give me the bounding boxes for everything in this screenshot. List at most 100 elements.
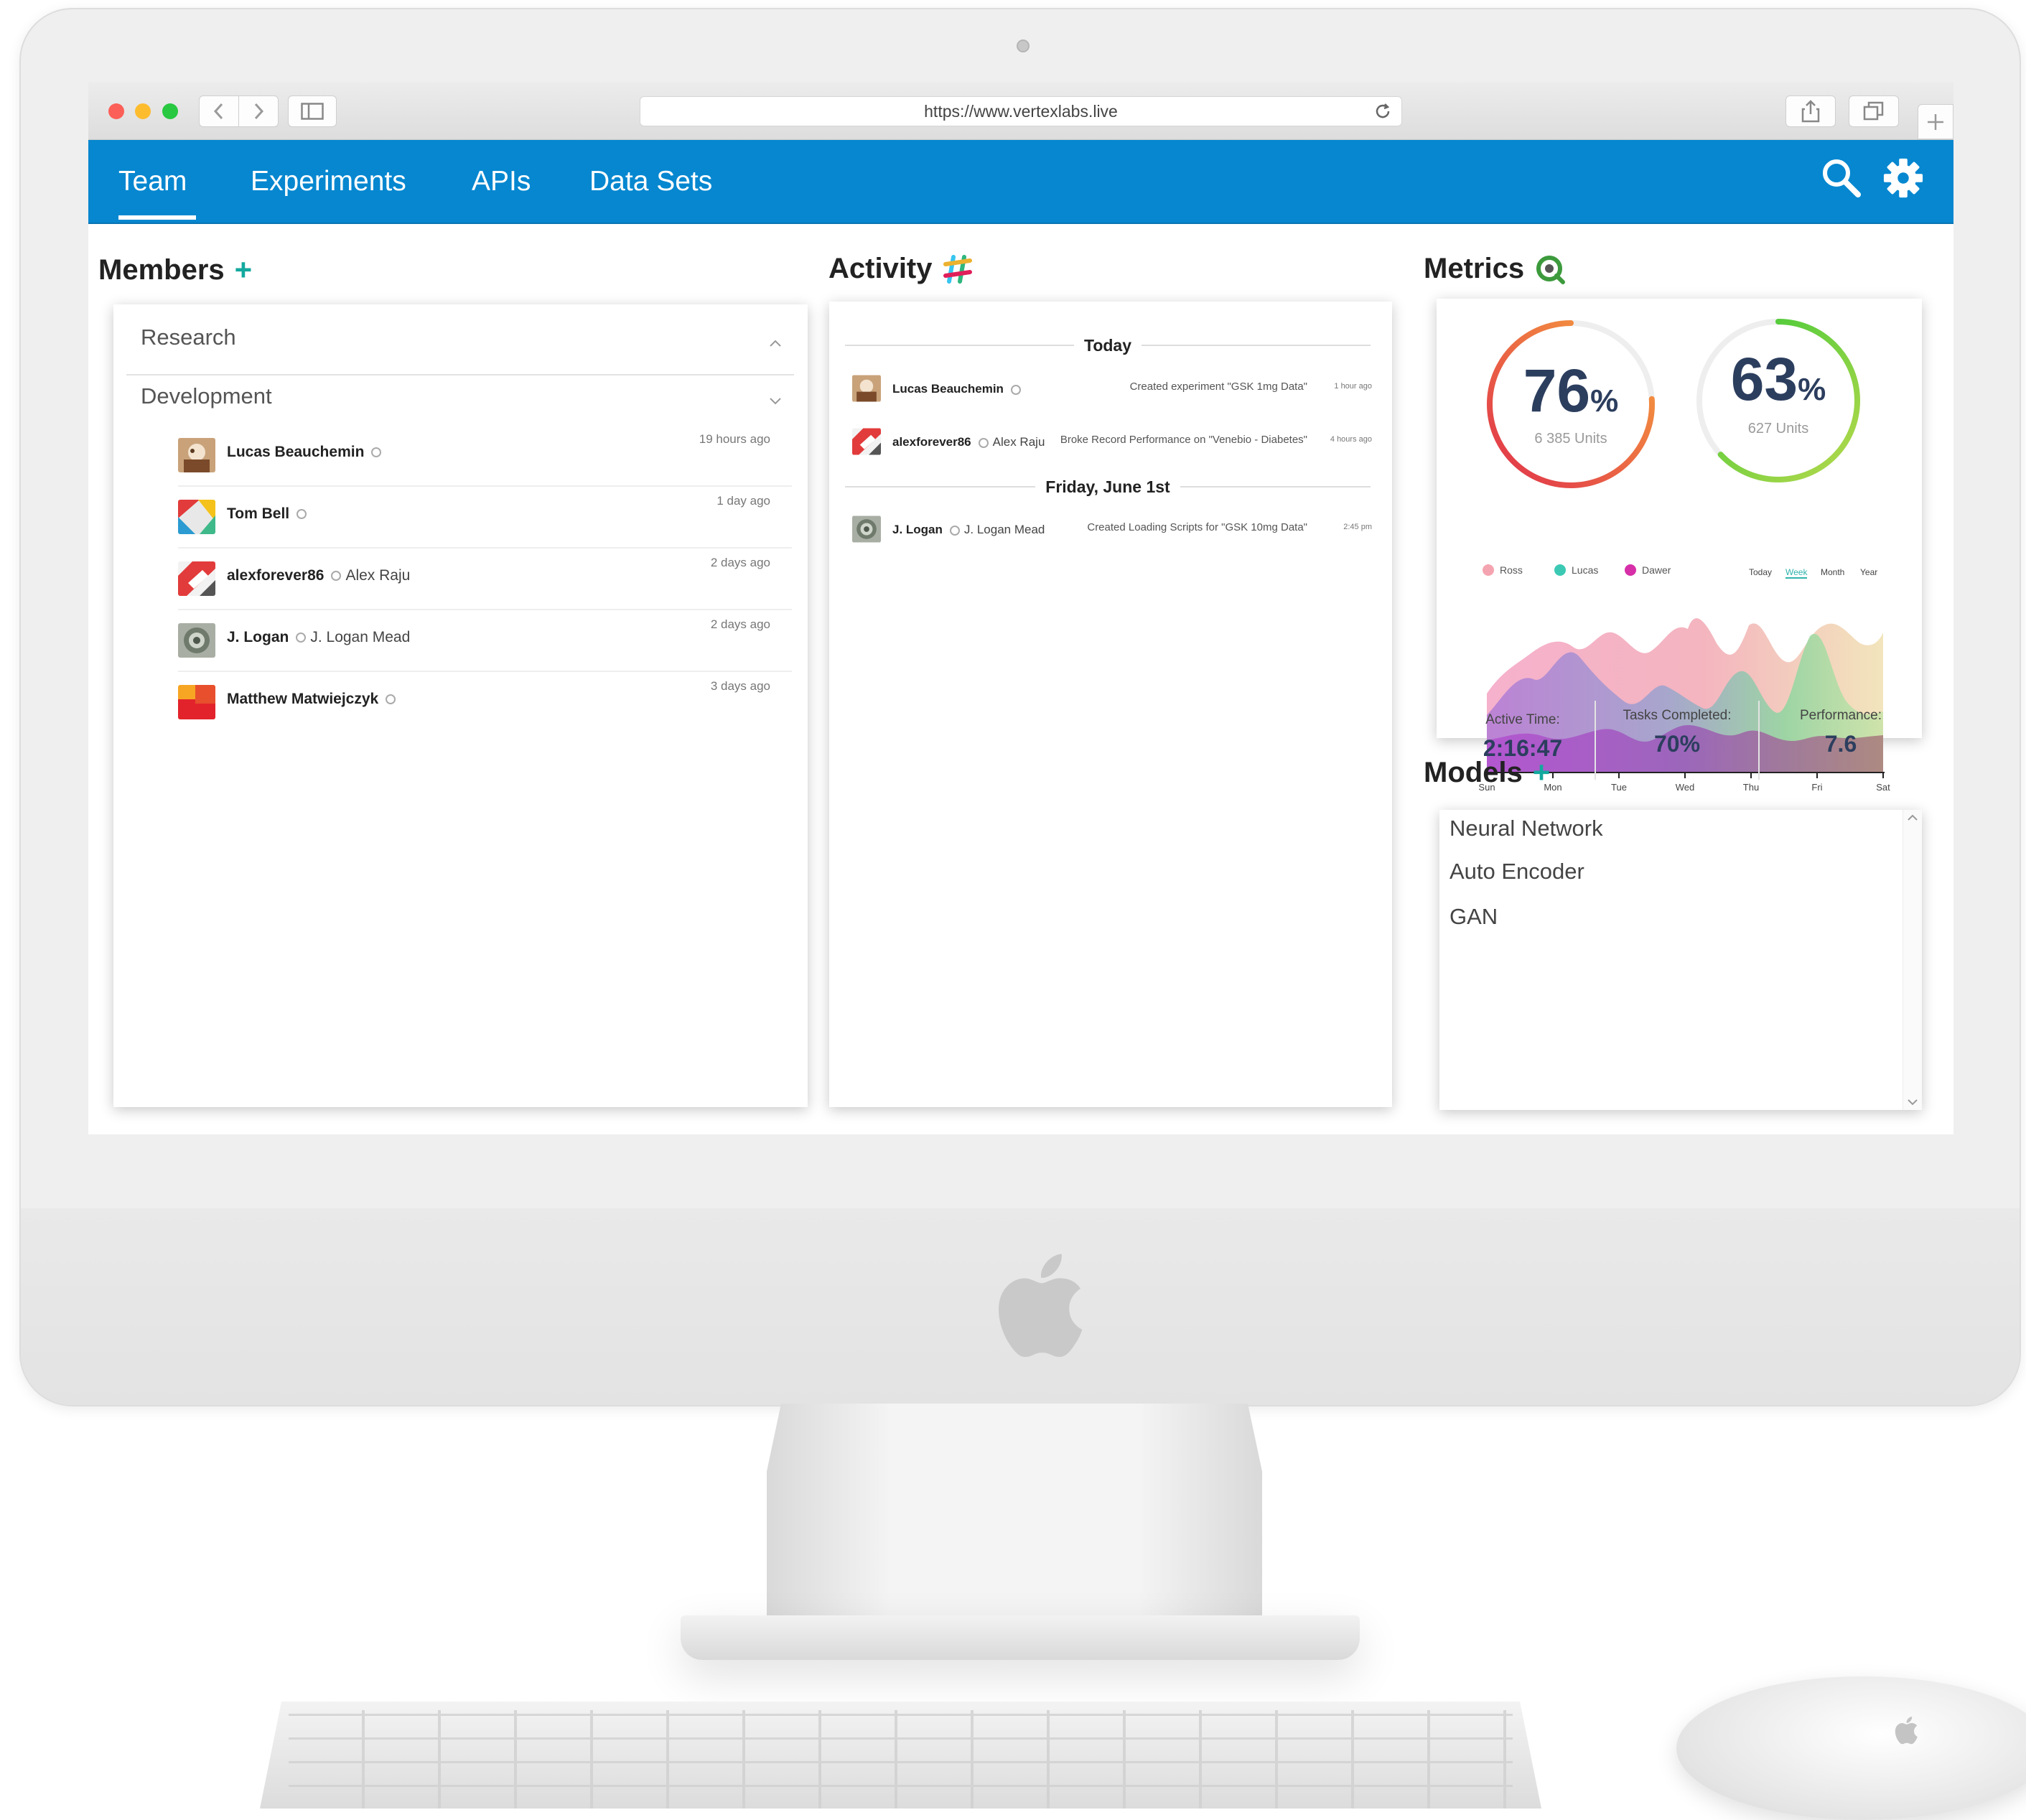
tab-team[interactable]: Team	[118, 140, 187, 223]
forward-button[interactable]	[238, 95, 279, 127]
range-tab-today[interactable]: Today	[1749, 567, 1772, 577]
activity-entry[interactable]: alexforever86 Alex Raju Broke Record Perf…	[852, 425, 1372, 459]
tab-data-sets[interactable]: Data Sets	[589, 140, 712, 223]
member-time: 19 hours ago	[699, 432, 770, 446]
camera-icon	[1017, 39, 1030, 52]
minimize-window-button[interactable]	[135, 103, 151, 119]
x-tick-label: Thu	[1742, 782, 1760, 793]
address-bar[interactable]: https://www.vertexlabs.live	[640, 96, 1402, 126]
x-tick-label: Sat	[1876, 782, 1890, 793]
member-time: 3 days ago	[710, 679, 770, 693]
tabs-overview-button[interactable]	[1849, 95, 1899, 127]
stand-foot	[681, 1615, 1360, 1660]
activity-entry[interactable]: J. Logan J. Logan Mead Created Loading Sc…	[852, 513, 1372, 547]
activity-user: J. Logan J. Logan Mead	[892, 523, 1045, 536]
stat-label: Performance:	[1799, 708, 1882, 723]
metrics-header: Metrics	[1424, 253, 1566, 285]
avatar	[852, 515, 881, 543]
status-icon	[386, 694, 396, 705]
member-name: Matthew Matwiejczyk	[227, 691, 396, 708]
legend-item: Dawer	[1625, 564, 1671, 576]
model-item[interactable]: Neural Network	[1450, 816, 1603, 841]
activity-card: Today Lucas Beauchemin Created experimen…	[829, 302, 1392, 1107]
avatar	[178, 685, 215, 719]
metrics-card: 76% 6 385 Units 63% 627 Units Ross Lucas…	[1437, 299, 1922, 793]
keyboard	[260, 1702, 1541, 1809]
activity-title: Activity	[828, 253, 933, 284]
tab-experiments[interactable]: Experiments	[251, 140, 406, 223]
gauge-value: 76%	[1523, 357, 1619, 424]
status-icon	[331, 571, 342, 582]
dashboard-content: Members + Research Development Lucas Bea…	[88, 224, 1953, 1134]
sidebar-icon	[301, 103, 324, 120]
close-window-button[interactable]	[108, 103, 124, 119]
stand-neck	[767, 1404, 1262, 1641]
legend-marker	[1554, 564, 1566, 576]
share-icon	[1801, 100, 1820, 123]
tab-apis[interactable]: APIs	[472, 140, 531, 223]
scrollbar[interactable]	[1903, 810, 1922, 1110]
member-name: alexforever86 Alex Raju	[227, 567, 411, 584]
browser-titlebar: https://www.vertexlabs.live	[88, 82, 1953, 140]
legend-item: Ross	[1483, 564, 1523, 576]
scroll-down-icon[interactable]	[1908, 1098, 1918, 1106]
avatar	[852, 375, 881, 402]
status-icon	[371, 447, 382, 458]
search-icon[interactable]	[1819, 156, 1862, 199]
stat-label: Active Time:	[1485, 712, 1560, 727]
member-name: Tom Bell	[227, 505, 307, 523]
activity-time: 4 hours ago	[1330, 435, 1372, 444]
models-title: Models	[1424, 756, 1523, 788]
gear-icon[interactable]	[1882, 157, 1924, 199]
chevron-down-icon[interactable]	[769, 396, 782, 405]
activity-header: Activity	[828, 253, 973, 285]
chevron-right-icon	[254, 103, 264, 120]
legend-marker	[1625, 564, 1636, 576]
activity-entry[interactable]: Lucas Beauchemin Created experiment "GSK…	[852, 372, 1372, 406]
activity-day-divider: Friday, June 1st	[845, 476, 1371, 498]
sidebar-toggle-button[interactable]	[288, 95, 337, 127]
member-row[interactable]: Tom Bell 1 day ago	[178, 487, 792, 549]
status-icon	[296, 633, 307, 643]
activity-description: Created Loading Scripts for "GSK 10mg Da…	[1087, 521, 1307, 533]
x-tick-label: Tue	[1611, 782, 1627, 793]
member-row[interactable]: Lucas Beauchemin 19 hours ago	[178, 425, 792, 487]
activity-user: alexforever86 Alex Raju	[892, 435, 1045, 449]
top-navigation: Team Experiments APIs Data Sets	[88, 140, 1953, 225]
stat-value: 70%	[1653, 731, 1701, 757]
back-button[interactable]	[199, 95, 239, 127]
activity-day-divider: Today	[845, 335, 1371, 356]
range-tab-week[interactable]: Week	[1785, 567, 1808, 579]
group-development[interactable]: Development	[141, 383, 272, 409]
metrics-title: Metrics	[1424, 253, 1525, 284]
add-model-button[interactable]: +	[1533, 755, 1551, 790]
status-icon	[297, 509, 307, 520]
reload-icon[interactable]	[1373, 101, 1393, 121]
members-title: Members	[98, 253, 225, 286]
browser-window: https://www.vertexlabs.live Team Experim…	[88, 82, 1953, 1134]
new-tab-button[interactable]	[1918, 104, 1953, 139]
group-divider	[126, 374, 794, 375]
group-research[interactable]: Research	[141, 325, 236, 350]
gauge-1: 76% 6 385 Units	[1481, 314, 1661, 494]
chevron-left-icon	[213, 103, 223, 120]
range-tab-year[interactable]: Year	[1860, 567, 1877, 577]
range-tab-month[interactable]: Month	[1821, 567, 1844, 577]
member-time: 2 days ago	[710, 556, 770, 569]
chevron-up-icon[interactable]	[769, 339, 782, 347]
x-tick-label: Wed	[1675, 782, 1695, 793]
gauge-units: 6 385 Units	[1534, 431, 1607, 447]
share-button[interactable]	[1785, 95, 1836, 127]
qlik-icon	[1536, 255, 1566, 284]
members-header: Members +	[98, 253, 252, 287]
member-row[interactable]: J. Logan J. Logan Mead 2 days ago	[178, 610, 792, 672]
maximize-window-button[interactable]	[162, 103, 178, 119]
model-item[interactable]: Auto Encoder	[1450, 859, 1584, 885]
x-tick-label: Fri	[1811, 782, 1823, 793]
member-row[interactable]: Matthew Matwiejczyk 3 days ago	[178, 672, 792, 732]
scroll-up-icon[interactable]	[1908, 814, 1918, 821]
model-item[interactable]: GAN	[1450, 904, 1498, 930]
magic-mouse	[1676, 1676, 2026, 1820]
add-member-button[interactable]: +	[235, 253, 253, 287]
member-row[interactable]: alexforever86 Alex Raju 2 days ago	[178, 549, 792, 610]
